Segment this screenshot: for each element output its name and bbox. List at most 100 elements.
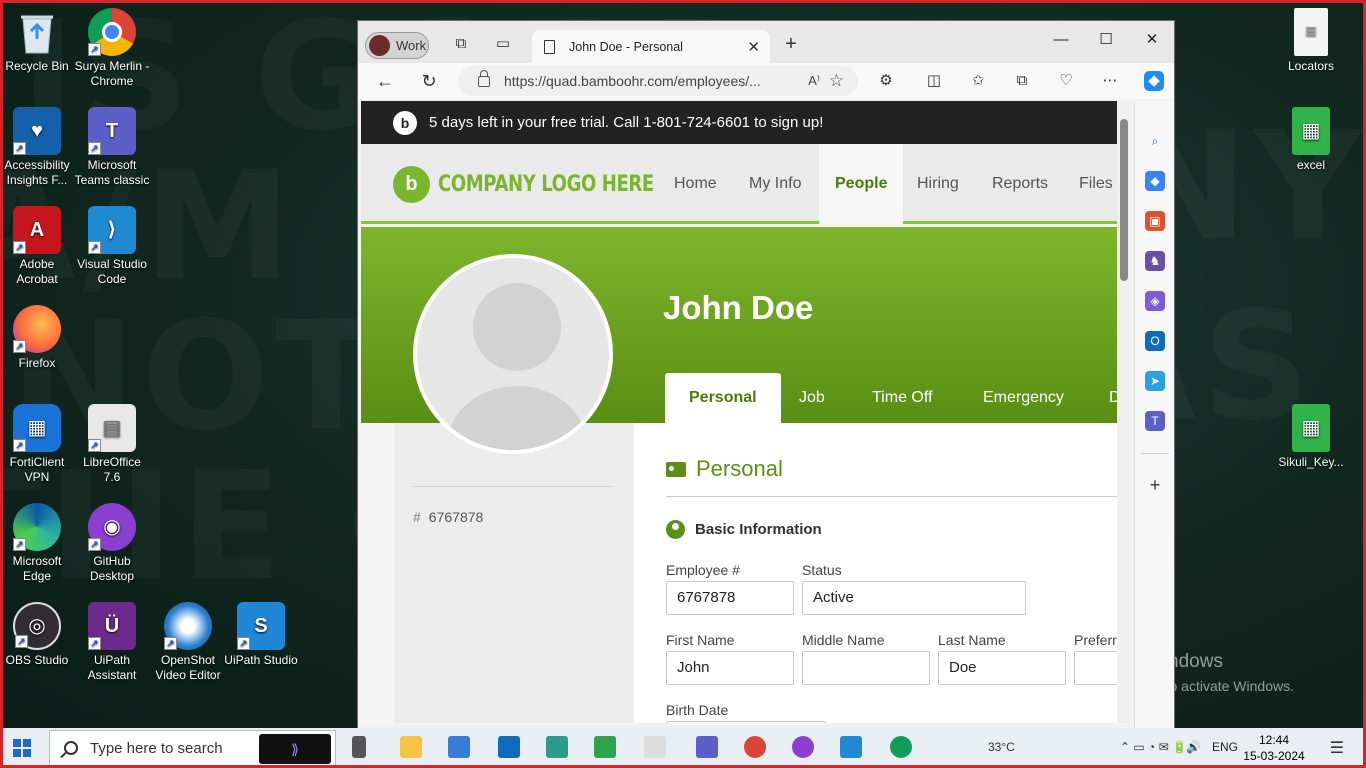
- github-taskbar-icon[interactable]: [792, 736, 814, 758]
- desktop-icon-locators[interactable]: ≡ Locators: [1273, 8, 1349, 74]
- edge-taskbar-icon[interactable]: [594, 736, 616, 758]
- desktop-icon-sikuli[interactable]: ▦ Sikuli_Key...: [1273, 404, 1349, 470]
- back-icon[interactable]: ←: [373, 69, 397, 93]
- close-window-icon[interactable]: ✕: [1129, 25, 1174, 55]
- microsoft-365-icon[interactable]: ◈: [1145, 291, 1165, 311]
- shortcut-arrow-icon: ↗: [88, 637, 101, 650]
- desktop-icon-label: Locators: [1287, 59, 1335, 73]
- maximize-icon[interactable]: ☐: [1083, 25, 1129, 55]
- browser-tab[interactable]: John Doe - Personal ✕: [532, 30, 770, 63]
- desktop-icon-recycle-bin[interactable]: Recycle Bin: [0, 8, 75, 74]
- desktop-icon-label: Sikuli_Key...: [1278, 455, 1344, 469]
- nav-my-info[interactable]: My Info: [733, 144, 817, 224]
- notifications-icon[interactable]: ☰: [1330, 738, 1344, 758]
- birth-date-input[interactable]: [666, 721, 826, 723]
- taskbar-search-box[interactable]: Type here to search ⟫: [49, 730, 336, 766]
- weather-text[interactable]: 33°C: [988, 740, 1015, 754]
- tab-emergency[interactable]: Emergency: [959, 373, 1088, 423]
- notepad-icon[interactable]: [644, 736, 666, 758]
- nav-hiring[interactable]: Hiring: [901, 144, 975, 224]
- store-icon[interactable]: [448, 736, 470, 758]
- snipping-tool-icon[interactable]: [546, 736, 568, 758]
- split-screen-icon[interactable]: ◫: [924, 71, 944, 91]
- nav-people[interactable]: People: [819, 144, 904, 224]
- tray-icons[interactable]: ⌃ ▭ ◔ ✉ 🔋: [1120, 740, 1187, 754]
- employee-name: John Doe: [663, 289, 814, 326]
- task-view-icon[interactable]: [352, 736, 366, 758]
- vscode-taskbar-icon[interactable]: [840, 736, 862, 758]
- desktop-icon-openshot[interactable]: ↗ OpenShot Video Editor: [150, 602, 226, 683]
- tab-job[interactable]: Job: [775, 373, 849, 423]
- search-icon[interactable]: ⌕: [1145, 131, 1165, 151]
- copilot-search-icon[interactable]: ⟫: [259, 734, 331, 764]
- tab-time-off[interactable]: Time Off: [848, 373, 956, 423]
- desktop-icon-edge[interactable]: ↗ Microsoft Edge: [0, 503, 75, 584]
- desktop-icon-obs[interactable]: ◎ ↗ OBS Studio: [0, 602, 75, 668]
- desktop-icon-acrobat[interactable]: A ↗ Adobe Acrobat: [0, 206, 75, 287]
- excel-file-icon: ▦: [1292, 107, 1330, 155]
- subsection-title: Basic Information: [666, 520, 822, 539]
- preferred-name-input[interactable]: [1074, 651, 1117, 685]
- teams-taskbar-icon[interactable]: [696, 736, 718, 758]
- teams-sidebar-icon[interactable]: T: [1145, 411, 1165, 431]
- desktop-icon-uipath-studio[interactable]: S ↗ UiPath Studio: [223, 602, 299, 668]
- tools-icon[interactable]: ▣: [1145, 211, 1165, 231]
- desktop-icon-uipath-assistant[interactable]: Ü ↗ UiPath Assistant: [74, 602, 150, 683]
- vertical-scrollbar[interactable]: [1117, 101, 1131, 723]
- nav-reports[interactable]: Reports: [976, 144, 1064, 224]
- desktop-icon-teams[interactable]: T ↗ Microsoft Teams classic: [74, 107, 150, 188]
- close-tab-icon[interactable]: ✕: [747, 38, 760, 56]
- copilot-icon[interactable]: ◆: [1144, 71, 1164, 91]
- chrome-taskbar-icon[interactable]: [744, 736, 766, 758]
- add-sidebar-icon[interactable]: +: [1145, 475, 1165, 495]
- tab-documents[interactable]: D: [1085, 373, 1117, 423]
- birth-date-label: Birth Date: [666, 702, 729, 718]
- desktop-icon-chrome[interactable]: ↗ Surya Merlin - Chrome: [74, 8, 150, 89]
- desktop-icon-firefox[interactable]: ↗ Firefox: [0, 305, 75, 371]
- chrome-profile-taskbar-icon[interactable]: [890, 736, 912, 758]
- outlook-icon[interactable]: O: [1145, 331, 1165, 351]
- tab-personal[interactable]: Personal: [665, 373, 781, 423]
- middle-name-input[interactable]: [802, 651, 930, 685]
- favorites-icon[interactable]: ✩: [968, 71, 988, 91]
- company-logo[interactable]: b COMPANY LOGO HERE: [393, 166, 701, 203]
- profile-button[interactable]: Work: [365, 32, 429, 59]
- tab-actions-icon[interactable]: ▭: [494, 35, 512, 53]
- clock[interactable]: 12:44 15-03-2024: [1238, 732, 1310, 764]
- workspaces-icon[interactable]: ⧉: [452, 35, 470, 53]
- desktop-icon-excel[interactable]: ▦ excel: [1273, 107, 1349, 173]
- desktop-icon-label: Firefox: [18, 356, 56, 370]
- mail-icon[interactable]: [498, 736, 520, 758]
- clock-date: 15-03-2024: [1243, 749, 1305, 763]
- first-name-input[interactable]: John: [666, 651, 794, 685]
- drop-icon[interactable]: ➤: [1145, 371, 1165, 391]
- favorite-star-icon[interactable]: ☆: [829, 71, 844, 91]
- nav-files[interactable]: Files: [1063, 144, 1117, 224]
- extensions-icon[interactable]: ⚙: [876, 71, 896, 91]
- shopping-icon[interactable]: ◆: [1145, 171, 1165, 191]
- collections-icon[interactable]: ⧉: [1012, 71, 1032, 91]
- desktop-icon-github-desktop[interactable]: ◉ ↗ GitHub Desktop: [74, 503, 150, 584]
- games-icon[interactable]: ♞: [1145, 251, 1165, 271]
- address-bar[interactable]: https://quad.bamboohr.com/employees/... …: [458, 66, 858, 96]
- refresh-icon[interactable]: ↻: [417, 69, 441, 93]
- file-explorer-icon[interactable]: [400, 736, 422, 758]
- read-aloud-icon[interactable]: A⁾: [808, 73, 820, 89]
- more-options-icon[interactable]: ⋯: [1100, 71, 1120, 91]
- employee-number-input[interactable]: 6767878: [666, 581, 794, 615]
- volume-icon[interactable]: 🔊: [1186, 740, 1201, 754]
- minimize-icon[interactable]: —: [1038, 25, 1084, 55]
- desktop-icon-libreoffice[interactable]: ▤ ↗ LibreOffice 7.6: [74, 404, 150, 485]
- nav-home[interactable]: Home: [658, 144, 733, 224]
- last-name-input[interactable]: Doe: [938, 651, 1066, 685]
- desktop-icon-forticlient[interactable]: ▦ ↗ FortiClient VPN: [0, 404, 75, 485]
- language-indicator[interactable]: ENG: [1212, 740, 1238, 754]
- windows-start-icon[interactable]: [13, 739, 31, 757]
- vertical-scroll-thumb[interactable]: [1120, 119, 1128, 281]
- new-tab-icon[interactable]: +: [782, 34, 800, 54]
- desktop-icon-vscode[interactable]: ⟩ ↗ Visual Studio Code: [74, 206, 150, 287]
- status-select[interactable]: Active: [802, 581, 1026, 615]
- avatar[interactable]: [413, 254, 613, 454]
- browser-essentials-icon[interactable]: ♡: [1056, 71, 1076, 91]
- desktop-icon-accessibility-insights[interactable]: ♥ ↗ Accessibility Insights F...: [0, 107, 75, 188]
